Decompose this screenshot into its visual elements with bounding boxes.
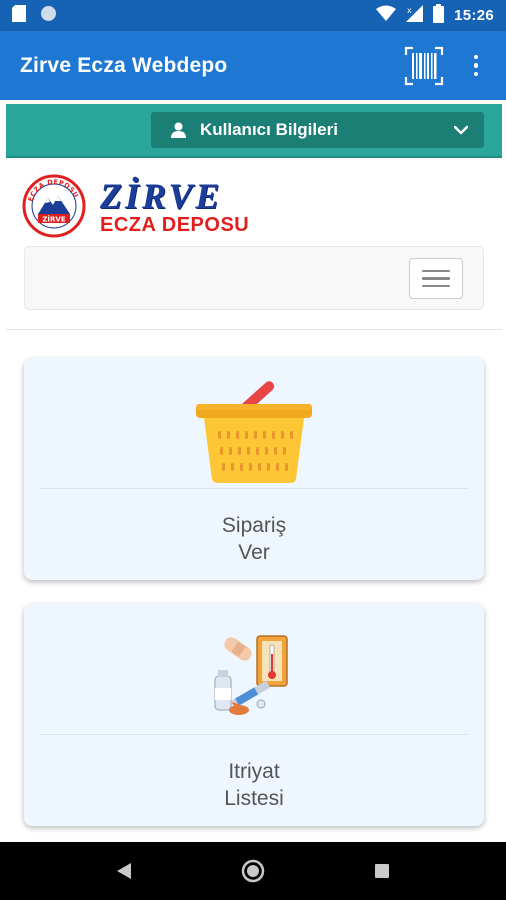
hamburger-line — [422, 277, 450, 280]
home-button[interactable] — [223, 846, 283, 896]
menu-dot — [473, 54, 479, 60]
status-notifications — [12, 4, 57, 27]
circle-notification-icon — [40, 5, 57, 27]
user-info-label: Kullanıcı Bilgileri — [200, 120, 338, 139]
app-actions — [404, 46, 486, 86]
perfumery-list-card[interactable]: Itriyat Listesi — [24, 604, 484, 826]
hamburger-line — [422, 284, 450, 288]
navbar-toggle-button[interactable] — [409, 258, 463, 299]
divider — [6, 329, 502, 330]
brand-logo[interactable]: ECZA DEPOSU ZİRVE ZİRVE ECZA DEPOSU — [22, 174, 282, 238]
card-separator — [40, 488, 468, 489]
card-icon-area — [24, 368, 484, 490]
battery-icon — [433, 3, 445, 28]
user-strip: Kullanıcı Bilgileri — [6, 104, 502, 158]
back-button[interactable] — [94, 846, 154, 896]
card-label-line: Listesi — [224, 787, 284, 810]
signal-icon: x — [406, 4, 424, 27]
web-content: Kullanıcı Bilgileri ECZA DEPOSU ZİRVE Zİ… — [0, 100, 506, 842]
app-title: Zirve Ecza Webdepo — [20, 53, 228, 77]
basket-icon — [196, 381, 312, 483]
logo-seal-icon: ECZA DEPOSU ZİRVE — [22, 174, 86, 238]
user-info-dropdown[interactable]: Kullanıcı Bilgileri — [151, 112, 484, 148]
logo-wordmark: ZİRVE ECZA DEPOSU — [100, 178, 249, 235]
status-system: x 15:26 — [376, 3, 494, 28]
seal-bottom-text: ZİRVE — [42, 215, 65, 224]
sd-card-icon — [12, 4, 26, 27]
card-label-line: Itriyat — [228, 760, 280, 783]
chevron-down-icon — [454, 125, 468, 135]
recents-square-icon — [374, 864, 389, 878]
status-time: 15:26 — [454, 7, 494, 24]
pharmacy-supplies-icon — [214, 635, 288, 715]
perfumery-card-label: Itriyat Listesi — [24, 758, 484, 812]
order-card-label: Sipariş Ver — [24, 512, 484, 566]
card-label-line: Ver — [238, 541, 270, 564]
system-navigation-bar — [0, 842, 506, 900]
wifi-icon — [376, 5, 397, 26]
hamburger-line — [422, 269, 450, 273]
user-icon — [171, 122, 186, 138]
card-icon-area — [24, 614, 484, 736]
overflow-menu-button[interactable] — [466, 48, 486, 84]
logo-subtitle: ECZA DEPOSU — [100, 213, 250, 236]
menu-dot — [473, 71, 479, 77]
app-bar: Zirve Ecza Webdepo — [0, 31, 506, 100]
app-screen: x 15:26 Zirve Ecza Webdepo Kullanıcı Bil… — [0, 0, 506, 900]
recents-button[interactable] — [352, 846, 412, 896]
logo-name: ZİRVE — [100, 175, 223, 216]
card-separator — [40, 734, 468, 735]
svg-text:x: x — [407, 6, 412, 15]
order-card[interactable]: Sipariş Ver — [24, 358, 484, 580]
card-label-line: Sipariş — [221, 514, 287, 537]
home-circle-icon — [241, 859, 265, 883]
status-bar: x 15:26 — [0, 0, 506, 31]
barcode-icon — [404, 46, 444, 85]
site-navbar — [24, 246, 484, 310]
barcode-scan-button[interactable] — [404, 46, 444, 86]
back-triangle-icon — [117, 863, 132, 879]
menu-dot — [473, 63, 479, 68]
